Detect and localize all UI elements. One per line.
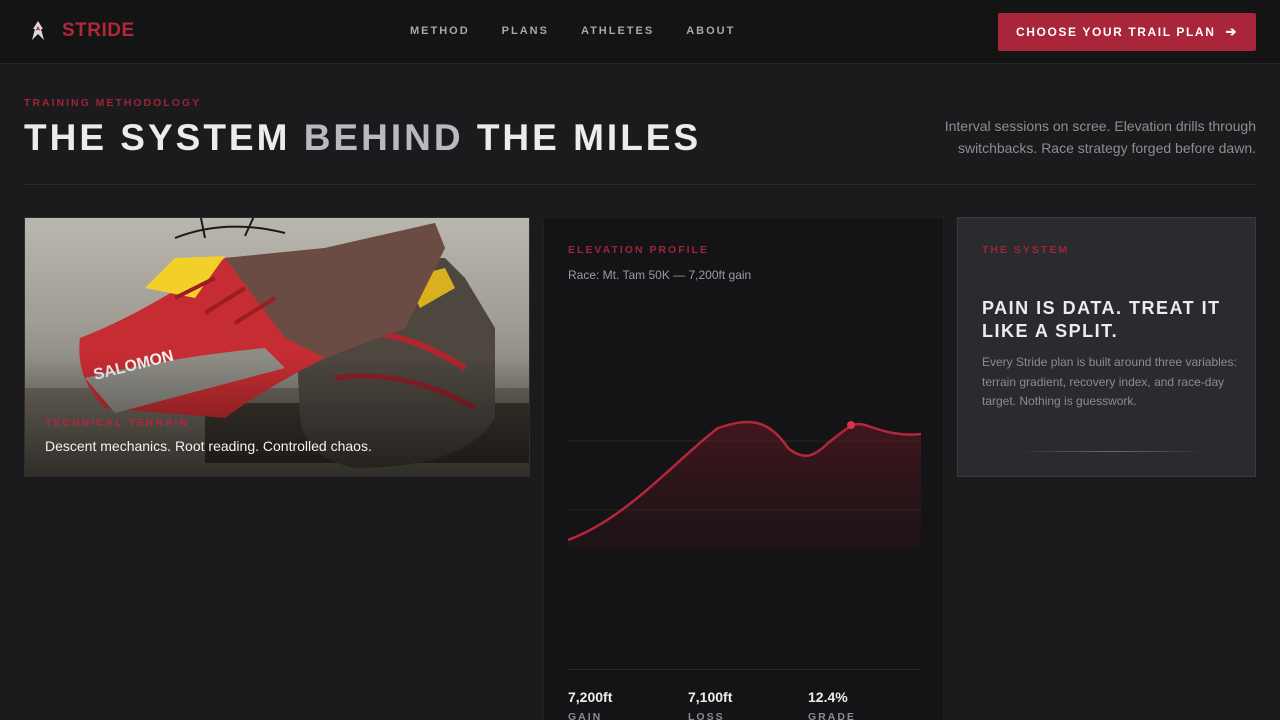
stats-divider: [568, 669, 921, 670]
stat-gain-label: GAIN: [568, 711, 603, 720]
nav-link-plans[interactable]: PLANS: [502, 25, 549, 37]
nav-link-about[interactable]: ABOUT: [686, 25, 735, 37]
photo-overlay: [25, 356, 529, 476]
choose-plan-button[interactable]: CHOOSE YOUR TRAIL PLAN ➔: [998, 13, 1256, 51]
choose-plan-label: CHOOSE YOUR TRAIL PLAN: [1016, 25, 1216, 39]
hero-eyebrow: TRAINING METHODOLOGY: [24, 97, 202, 109]
elevation-peak-marker: [847, 421, 855, 429]
elevation-eyebrow: ELEVATION PROFILE: [568, 244, 709, 256]
nav-links: METHOD PLANS ATHLETES ABOUT: [410, 25, 767, 37]
elevation-chart: [568, 420, 921, 548]
stat-grade-label: GRADE: [808, 711, 856, 720]
stat-loss: 7,100ft LOSS: [688, 689, 732, 720]
brand-name: STRIDE: [62, 20, 135, 41]
stat-gain-value: 7,200ft: [568, 689, 613, 705]
elevation-subtitle: Race: Mt. Tam 50K — 7,200ft gain: [568, 268, 752, 282]
runner-flame-icon: [32, 21, 44, 40]
title-accent: BEHIND: [303, 117, 464, 158]
terrain-photo-card[interactable]: SALOMON TECHNICAL TERRAIN Descent mechan…: [24, 217, 530, 477]
arrow-right-icon: ➔: [1225, 24, 1238, 39]
brand-logo[interactable]: STRIDE: [28, 20, 135, 42]
stat-grade-value: 12.4%: [808, 689, 848, 705]
system-title: PAIN IS DATA. TREAT IT LIKE A SPLIT.: [982, 298, 1221, 341]
hero-divider: [24, 184, 1256, 185]
system-eyebrow: THE SYSTEM: [982, 244, 1070, 256]
page-title: THE SYSTEM BEHIND THE MILES: [24, 117, 701, 159]
stat-gain: 7,200ft GAIN: [568, 689, 612, 720]
elevation-profile-card: ELEVATION PROFILE Race: Mt. Tam 50K — 7,…: [543, 217, 944, 720]
hero-description: Interval sessions on scree. Elevation dr…: [944, 118, 1256, 156]
top-nav: STRIDE METHOD PLANS ATHLETES ABOUT CHOOS…: [0, 0, 1280, 64]
system-card[interactable]: THE SYSTEM PAIN IS DATA. TREAT IT LIKE A…: [957, 217, 1256, 477]
nav-link-method[interactable]: METHOD: [410, 25, 470, 37]
system-divider: [1018, 451, 1208, 452]
photo-eyebrow: TECHNICAL TERRAIN: [45, 417, 190, 429]
photo-caption: Descent mechanics. Root reading. Control…: [45, 438, 372, 454]
stat-loss-label: LOSS: [688, 711, 725, 720]
nav-link-athletes[interactable]: ATHLETES: [581, 25, 654, 37]
stat-grade: 12.4% GRADE: [808, 689, 856, 720]
title-part2: THE MILES: [476, 117, 702, 158]
title-part1: THE SYSTEM: [24, 117, 291, 158]
stat-loss-value: 7,100ft: [688, 689, 733, 705]
system-body: Every Stride plan is built around three …: [982, 355, 1237, 408]
